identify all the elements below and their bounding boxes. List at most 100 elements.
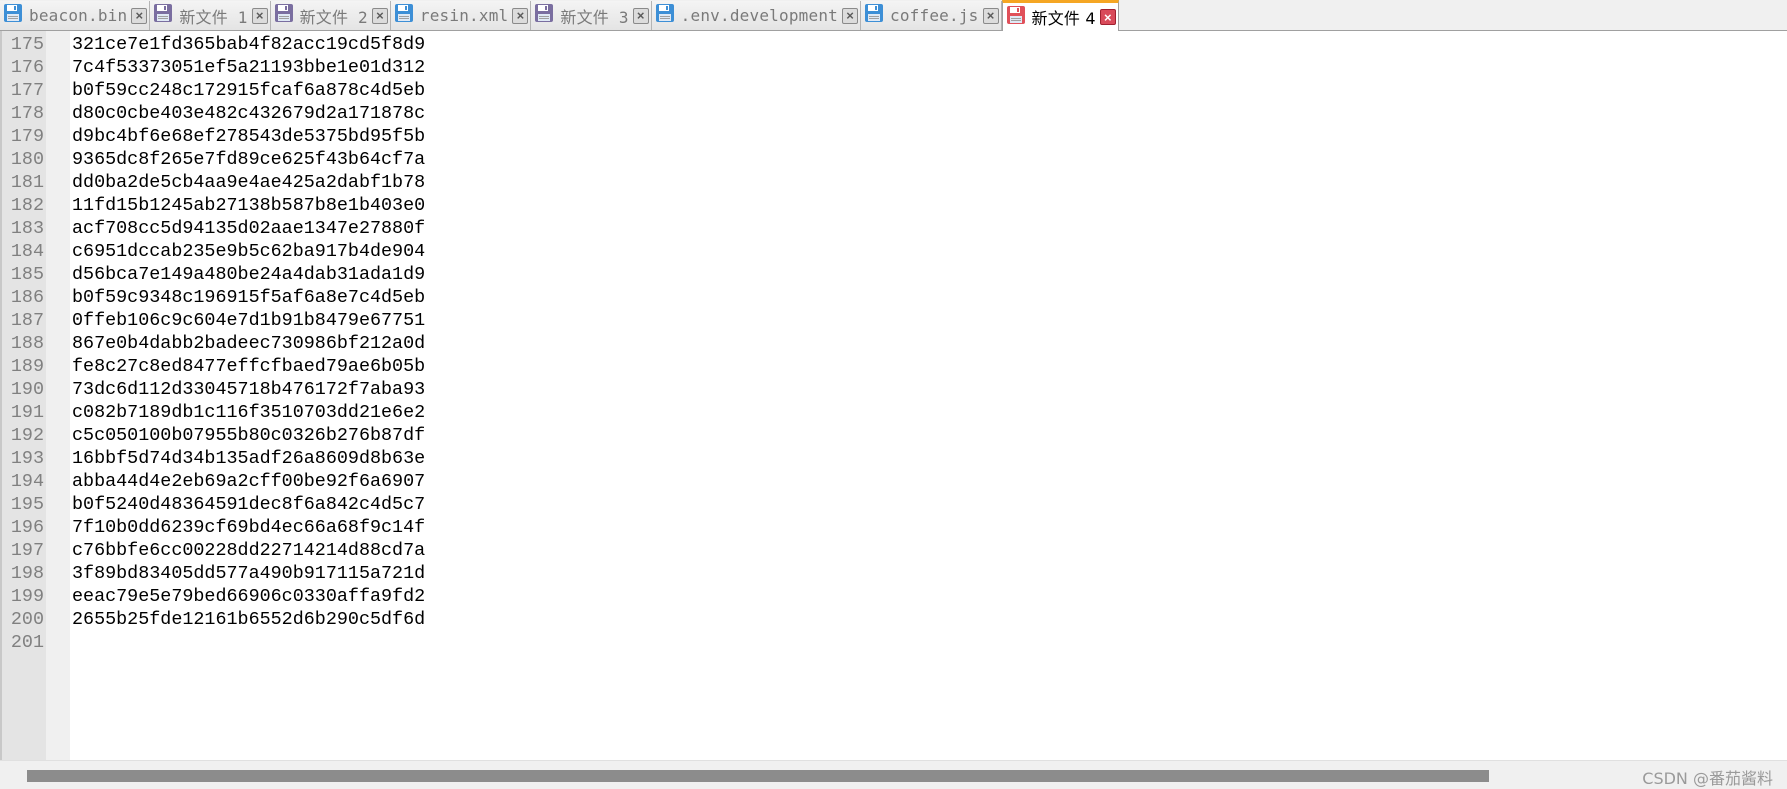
tab-label: resin.xml — [419, 6, 509, 25]
line-number: 193 — [10, 448, 44, 469]
tab-label: 新文件 2 — [299, 7, 368, 27]
editor-line[interactable]: 175 321ce7e1fd365bab4f82acc19cd5f8d9 — [2, 33, 425, 56]
line-number: 199 — [10, 586, 44, 607]
editor-line[interactable]: 195 b0f5240d48364591dec8f6a842c4d5c7 — [2, 493, 425, 516]
close-icon[interactable]: × — [251, 7, 268, 24]
disk-icon-saved — [394, 3, 420, 28]
line-number: 197 — [10, 540, 44, 561]
tab-6[interactable]: .env.development × — [651, 1, 861, 30]
line-number: 192 — [10, 425, 44, 446]
line-number: 178 — [10, 103, 44, 124]
line-text: d80c0cbe403e482c432679d2a171878c — [72, 103, 426, 124]
line-text: b0f5240d48364591dec8f6a842c4d5c7 — [72, 494, 426, 515]
line-number: 191 — [10, 402, 44, 423]
line-text: acf708cc5d94135d02aae1347e27880f — [72, 218, 426, 239]
line-text: d9bc4bf6e68ef278543de5375bd95f5b — [72, 126, 426, 147]
close-icon[interactable]: × — [982, 7, 999, 24]
close-icon[interactable]: × — [371, 7, 388, 24]
line-text: 7f10b0dd6239cf69bd4ec66a68f9c14f — [72, 517, 426, 538]
editor-line[interactable]: 179 d9bc4bf6e68ef278543de5375bd95f5b — [2, 125, 425, 148]
editor-line[interactable]: 183 acf708cc5d94135d02aae1347e27880f — [2, 217, 425, 240]
line-text: 3f89bd83405dd577a490b917115a721d — [72, 563, 426, 584]
text-editor[interactable]: 175 321ce7e1fd365bab4f82acc19cd5f8d9 176 7c… — [0, 31, 1787, 760]
editor-line[interactable]: 178 d80c0cbe403e482c432679d2a171878c — [2, 102, 425, 125]
close-icon[interactable]: × — [1099, 9, 1116, 25]
line-text: 7c4f53373051ef5a21193bbe1e01d312 — [72, 57, 426, 78]
line-text: c082b7189db1c116f3510703dd21e6e2 — [72, 402, 426, 423]
editor-line[interactable]: 181 dd0ba2de5cb4aa9e4ae425a2dabf1b78 — [2, 171, 425, 194]
line-text: c76bbfe6cc00228dd22714214d88cd7a — [72, 540, 426, 561]
line-text: eeac79e5e79bed66906c0330affa9fd2 — [72, 586, 426, 607]
editor-line[interactable]: 200 2655b25fde12161b6552d6b290c5df6d — [2, 608, 425, 631]
editor-line[interactable]: 184 c6951dccab235e9b5c62ba917b4de904 — [2, 240, 425, 263]
tab-7[interactable]: coffee.js × — [861, 1, 1002, 30]
editor-line[interactable]: 201 — [2, 631, 425, 654]
tab-3[interactable]: 新文件 2 × — [270, 1, 391, 30]
close-icon[interactable]: × — [842, 7, 858, 24]
editor-line[interactable]: 188 867e0b4dabb2badeec730986bf212a0d — [2, 332, 425, 355]
line-text: 11fd15b1245ab27138b587b8e1b403e0 — [72, 195, 426, 216]
close-icon[interactable]: × — [632, 7, 649, 24]
scrollbar-thumb[interactable] — [27, 770, 1489, 782]
close-icon[interactable]: × — [512, 7, 529, 24]
line-text: b0f59c9348c196915f5af6a8e7c4d5eb — [72, 287, 426, 308]
line-text: 2655b25fde12161b6552d6b290c5df6d — [72, 609, 426, 630]
disk-icon-modified — [1006, 5, 1032, 30]
line-number: 180 — [10, 149, 44, 170]
line-text: 9365dc8f265e7fd89ce625f43b64cf7a — [72, 149, 426, 170]
editor-line[interactable]: 185 d56bca7e149a480be24a4dab31ada1d9 — [2, 263, 425, 286]
tab-5[interactable]: 新文件 3 × — [531, 1, 652, 30]
tab-label: 新文件 1 — [179, 7, 248, 27]
line-text: b0f59cc248c172915fcaf6a878c4d5eb — [72, 80, 426, 101]
disk-icon-saved — [655, 3, 681, 28]
editor-line[interactable]: 194 abba44d4e2eb69a2cff00be92f6a6907 — [2, 470, 425, 493]
editor-line[interactable]: 182 11fd15b1245ab27138b587b8e1b403e0 — [2, 194, 425, 217]
editor-line[interactable]: 177 b0f59cc248c172915fcaf6a878c4d5eb — [2, 79, 425, 102]
editor-line[interactable]: 193 16bbf5d74d34b135adf26a8609d8b63e — [2, 447, 425, 470]
editor-line[interactable]: 198 3f89bd83405dd577a490b917115a721d — [2, 562, 425, 585]
watermark: CSDN @番茄酱料 — [1642, 769, 1773, 788]
line-text: dd0ba2de5cb4aa9e4ae425a2dabf1b78 — [72, 172, 426, 193]
tab-2[interactable]: 新文件 1 × — [150, 1, 271, 30]
editor-line[interactable]: 186 b0f59c9348c196915f5af6a8e7c4d5eb — [2, 286, 425, 309]
tab-bar: beacon.bin × 新文件 1 × 新文件 2 × resin.xml × 新文件 3 ×.… — [0, 0, 1787, 31]
editor-line[interactable]: 180 9365dc8f265e7fd89ce625f43b64cf7a — [2, 148, 425, 171]
line-text: fe8c27c8ed8477effcfbaed79ae6b05b — [72, 356, 426, 377]
disk-icon-unsaved — [534, 3, 560, 28]
editor-line[interactable]: 176 7c4f53373051ef5a21193bbe1e01d312 — [2, 56, 425, 79]
editor-line[interactable]: 191 c082b7189db1c116f3510703dd21e6e2 — [2, 401, 425, 424]
tab-8[interactable]: 新文件 4 × — [1001, 0, 1119, 31]
line-text: c5c050100b07955b80c0326b276b87df — [72, 425, 426, 446]
line-text: 73dc6d112d33045718b476172f7aba93 — [72, 379, 426, 400]
close-icon[interactable]: × — [131, 7, 148, 24]
line-number: 182 — [10, 195, 44, 216]
editor-line[interactable]: 197 c76bbfe6cc00228dd22714214d88cd7a — [2, 539, 425, 562]
line-number: 176 — [10, 57, 44, 78]
line-number: 183 — [10, 218, 44, 239]
line-text: 16bbf5d74d34b135adf26a8609d8b63e — [72, 448, 426, 469]
tab-label: .env.development — [680, 6, 838, 25]
disk-icon-saved — [3, 3, 29, 28]
editor-line[interactable]: 192 c5c050100b07955b80c0326b276b87df — [2, 424, 425, 447]
disk-icon-unsaved — [274, 3, 300, 28]
tab-1[interactable]: beacon.bin × — [0, 1, 151, 30]
tab-label: beacon.bin — [29, 6, 128, 25]
editor-line[interactable]: 187 0ffeb106c9c604e7d1b91b8479e67751 — [2, 309, 425, 332]
tab-label: 新文件 3 — [560, 7, 629, 27]
editor-line[interactable]: 199 eeac79e5e79bed66906c0330affa9fd2 — [2, 585, 425, 608]
line-number: 184 — [10, 241, 44, 262]
horizontal-scrollbar[interactable]: CSDN @番茄酱料 — [0, 760, 1787, 789]
editor-line[interactable]: 190 73dc6d112d33045718b476172f7aba93 — [2, 378, 425, 401]
disk-icon-saved — [864, 3, 890, 28]
line-text: d56bca7e149a480be24a4dab31ada1d9 — [72, 264, 426, 285]
editor-line[interactable]: 189 fe8c27c8ed8477effcfbaed79ae6b05b — [2, 355, 425, 378]
line-text: 0ffeb106c9c604e7d1b91b8479e67751 — [72, 310, 426, 331]
line-number: 177 — [10, 80, 44, 101]
editor-lines: 175 321ce7e1fd365bab4f82acc19cd5f8d9 176 7c… — [2, 33, 425, 654]
tab-4[interactable]: resin.xml × — [390, 1, 532, 30]
editor-line[interactable]: 196 7f10b0dd6239cf69bd4ec66a68f9c14f — [2, 516, 425, 539]
line-text: 867e0b4dabb2badeec730986bf212a0d — [72, 333, 426, 354]
line-number: 186 — [10, 287, 44, 308]
tab-label: coffee.js — [890, 6, 979, 25]
disk-icon-unsaved — [153, 3, 179, 28]
